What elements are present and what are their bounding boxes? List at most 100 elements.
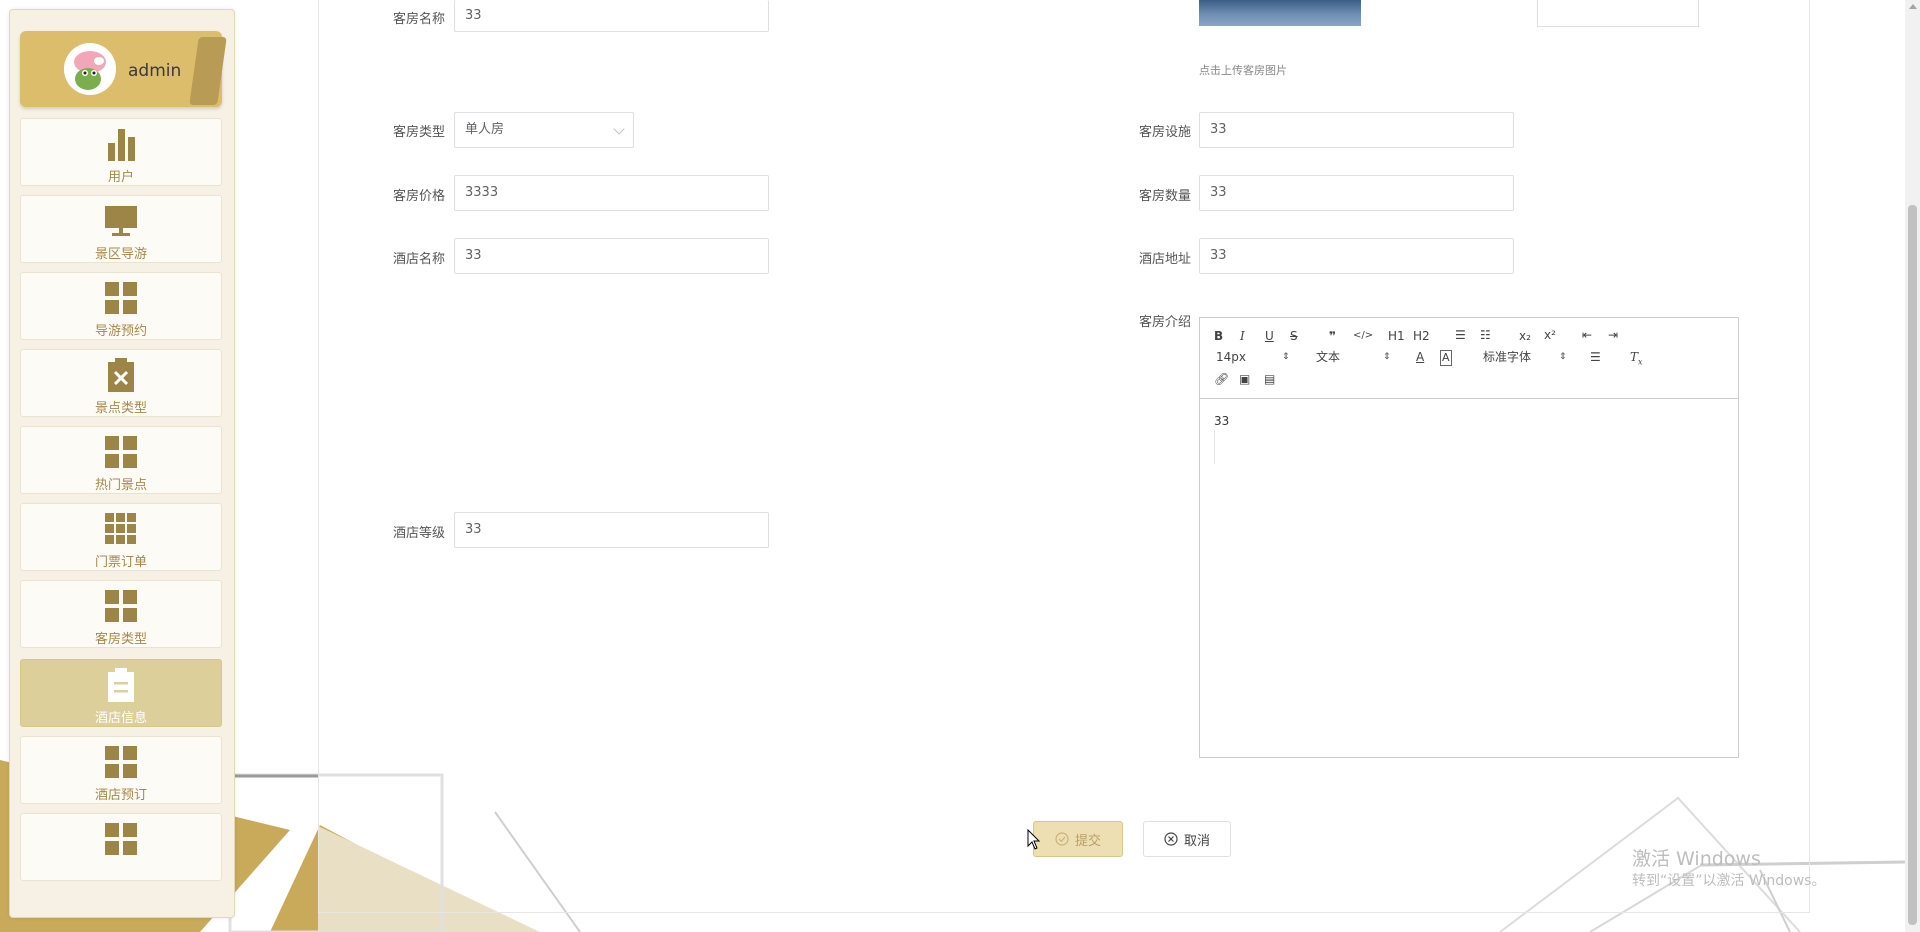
strikethrough-icon[interactable]: S bbox=[1290, 329, 1298, 343]
sidebar-item-label: 导游预约 bbox=[94, 324, 147, 339]
room-count-label: 客房数量 bbox=[1138, 189, 1191, 204]
editor-toolbar: B I U S ❞ </> H1 H2 ☰ ☷ x₂ x² ⇤ ⇥ 14px ⇕… bbox=[1200, 318, 1738, 399]
room-image-thumbnail[interactable] bbox=[1199, 0, 1361, 26]
submit-button[interactable]: 提交 bbox=[1033, 821, 1123, 857]
room-count-input[interactable]: 33 bbox=[1199, 175, 1514, 211]
sidebar-item-hotel-info[interactable]: 酒店信息 bbox=[20, 659, 222, 727]
grid-icon bbox=[105, 590, 137, 622]
hotel-address-label: 酒店地址 bbox=[1138, 252, 1191, 267]
monitor-icon bbox=[105, 206, 137, 236]
sidebar: admin 用户 景区导游 导游预约 景点类型 热门景点 门票订单 客房类型 酒… bbox=[9, 9, 235, 918]
sidebar-item-room-types[interactable]: 客房类型 bbox=[20, 580, 222, 648]
image-upload-box[interactable] bbox=[1537, 0, 1699, 27]
sidebar-item-label: 门票订单 bbox=[94, 555, 147, 570]
clipboard-icon bbox=[108, 668, 134, 702]
italic-icon[interactable]: I bbox=[1240, 329, 1245, 343]
indent-icon[interactable]: ⇥ bbox=[1608, 328, 1618, 342]
close-circle-icon bbox=[1164, 832, 1178, 846]
cancel-button[interactable]: 取消 bbox=[1143, 821, 1231, 857]
font-color-icon[interactable]: A bbox=[1416, 350, 1424, 364]
mouse-cursor-icon bbox=[1027, 829, 1041, 850]
video-icon[interactable]: ▤ bbox=[1264, 372, 1275, 386]
room-price-input[interactable]: 3333 bbox=[454, 175, 769, 211]
sidebar-item-more[interactable] bbox=[20, 813, 222, 881]
sidebar-item-hot-spots[interactable]: 热门景点 bbox=[20, 426, 222, 494]
room-facility-input[interactable]: 33 bbox=[1199, 112, 1514, 148]
heading1-icon[interactable]: H1 bbox=[1388, 329, 1405, 343]
sidebar-item-label: 客房类型 bbox=[94, 632, 147, 647]
grid-nine-icon bbox=[105, 513, 136, 544]
editor-caret bbox=[1214, 430, 1215, 464]
sidebar-item-label: 景点类型 bbox=[94, 401, 147, 416]
rich-text-editor: B I U S ❞ </> H1 H2 ☰ ☷ x₂ x² ⇤ ⇥ 14px ⇕… bbox=[1199, 317, 1739, 758]
block-format-updown-icon: ⇕ bbox=[1383, 352, 1391, 362]
profile-fold-decoration bbox=[189, 37, 227, 105]
room-name-input[interactable]: 33 bbox=[454, 0, 769, 32]
grid-icon bbox=[105, 746, 137, 778]
cancel-label: 取消 bbox=[1183, 833, 1210, 849]
room-type-selected: 单人房 bbox=[465, 122, 505, 137]
sidebar-item-label: 酒店信息 bbox=[94, 711, 147, 726]
room-name-label: 客房名称 bbox=[392, 12, 445, 27]
align-icon[interactable]: ☰ bbox=[1590, 350, 1601, 364]
superscript-icon[interactable]: x² bbox=[1544, 328, 1556, 342]
scroll-up-arrow-icon[interactable] bbox=[1909, 4, 1917, 9]
subscript-icon[interactable]: x₂ bbox=[1519, 329, 1531, 343]
block-format-select[interactable]: 文本 bbox=[1316, 350, 1340, 364]
profile-card: admin bbox=[20, 31, 227, 107]
sidebar-item-users[interactable]: 用户 bbox=[20, 118, 222, 186]
font-size-select[interactable]: 14px bbox=[1216, 350, 1246, 364]
bold-icon[interactable]: B bbox=[1214, 329, 1223, 343]
hotel-level-label: 酒店等级 bbox=[392, 526, 445, 541]
activation-watermark-subtitle: 转到“设置”以激活 Windows。 bbox=[1632, 873, 1826, 889]
hotel-name-label: 酒店名称 bbox=[392, 252, 445, 267]
sidebar-item-spot-types[interactable]: 景点类型 bbox=[20, 349, 222, 417]
clear-format-icon[interactable]: Tx bbox=[1630, 350, 1643, 369]
hotel-name-input[interactable]: 33 bbox=[454, 238, 769, 274]
room-type-select[interactable]: 单人房 bbox=[454, 112, 634, 148]
bullet-list-icon[interactable]: ☷ bbox=[1480, 328, 1491, 342]
sidebar-item-guides[interactable]: 景区导游 bbox=[20, 195, 222, 263]
clipboard-x-icon bbox=[108, 358, 134, 392]
sidebar-item-label: 景区导游 bbox=[94, 247, 147, 262]
avatar-frog-icon bbox=[64, 43, 116, 95]
heading2-icon[interactable]: H2 bbox=[1413, 329, 1430, 343]
chevron-down-icon bbox=[613, 123, 625, 135]
grid-icon bbox=[105, 436, 137, 468]
room-intro-label: 客房介绍 bbox=[1138, 315, 1191, 330]
sidebar-item-label: 用户 bbox=[107, 170, 134, 185]
underline-icon[interactable]: U bbox=[1265, 329, 1274, 343]
ordered-list-icon[interactable]: ☰ bbox=[1455, 328, 1466, 342]
grid-icon bbox=[105, 823, 137, 855]
font-family-select[interactable]: 标准字体 bbox=[1483, 350, 1531, 364]
avatar[interactable] bbox=[64, 43, 116, 95]
check-circle-icon bbox=[1055, 832, 1069, 846]
editor-content[interactable]: 33 bbox=[1214, 414, 1229, 428]
hotel-level-input[interactable]: 33 bbox=[454, 512, 769, 548]
upload-hint: 点击上传客房图片 bbox=[1199, 64, 1287, 77]
sidebar-item-hotel-booking[interactable]: 酒店预订 bbox=[20, 736, 222, 804]
font-family-updown-icon: ⇕ bbox=[1559, 352, 1567, 362]
room-price-label: 客房价格 bbox=[392, 189, 445, 204]
activation-watermark-title: 激活 Windows bbox=[1632, 848, 1761, 870]
username-label: admin bbox=[128, 61, 182, 81]
sidebar-item-label: 酒店预订 bbox=[94, 788, 147, 803]
blockquote-icon[interactable]: ❞ bbox=[1329, 329, 1336, 343]
bar-chart-icon bbox=[108, 129, 135, 161]
code-block-icon[interactable]: </> bbox=[1353, 329, 1373, 343]
link-icon[interactable]: 🔗︎ bbox=[1214, 372, 1229, 386]
font-size-updown-icon: ⇕ bbox=[1282, 352, 1290, 362]
page-scrollbar[interactable] bbox=[1905, 0, 1920, 932]
grid-icon bbox=[105, 282, 137, 314]
submit-label: 提交 bbox=[1074, 833, 1101, 849]
scroll-thumb[interactable] bbox=[1908, 205, 1917, 925]
hotel-address-input[interactable]: 33 bbox=[1199, 238, 1514, 274]
room-facility-label: 客房设施 bbox=[1138, 125, 1191, 140]
sidebar-item-guide-booking[interactable]: 导游预约 bbox=[20, 272, 222, 340]
outdent-icon[interactable]: ⇤ bbox=[1582, 328, 1592, 342]
background-color-icon[interactable]: A bbox=[1440, 350, 1452, 366]
sidebar-item-label: 热门景点 bbox=[94, 478, 147, 493]
sidebar-item-ticket-orders[interactable]: 门票订单 bbox=[20, 503, 222, 571]
image-icon[interactable]: ▣ bbox=[1239, 372, 1250, 386]
room-type-label: 客房类型 bbox=[392, 125, 445, 140]
